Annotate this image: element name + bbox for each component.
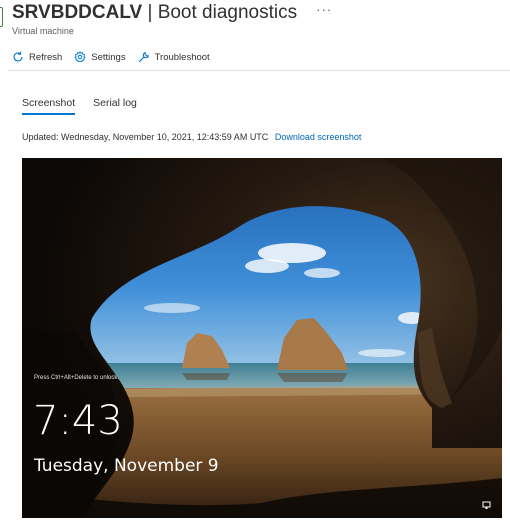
vm-name: SRVBDDCALV [12, 2, 143, 23]
resource-type-subtitle: Virtual machine [12, 26, 74, 36]
vm-resource-icon [0, 7, 3, 27]
settings-button[interactable]: Settings [66, 44, 129, 70]
blade-name: | Boot diagnostics [142, 2, 298, 23]
gear-icon [74, 51, 86, 63]
toolbar-divider [8, 70, 510, 71]
lockscreen-time: 7:43 [33, 398, 123, 444]
wrench-icon [138, 51, 149, 63]
network-icon [482, 501, 491, 509]
download-screenshot-link[interactable]: Download screenshot [275, 132, 362, 142]
refresh-button[interactable]: Refresh [0, 44, 66, 70]
troubleshoot-button[interactable]: Troubleshoot [130, 44, 214, 70]
tab-strip: Screenshot Serial log [22, 97, 155, 115]
settings-label: Settings [91, 51, 126, 63]
boot-screenshot: Press Ctrl+Alt+Delete to unlock. 7:43 Tu… [22, 158, 502, 518]
page-title: SRVBDDCALV | Boot diagnostics [12, 2, 297, 24]
troubleshoot-label: Troubleshoot [154, 51, 210, 63]
tab-screenshot[interactable]: Screenshot [22, 97, 76, 115]
tab-serial-log[interactable]: Serial log [93, 97, 137, 115]
refresh-icon [13, 51, 23, 62]
updated-timestamp: Updated: Wednesday, November 10, 2021, 1… [22, 132, 269, 142]
command-bar: Refresh Settings Troubleshoot [0, 44, 510, 70]
more-options-button[interactable]: ··· [316, 2, 332, 17]
unlock-hint: Press Ctrl+Alt+Delete to unlock. [34, 375, 120, 381]
refresh-label: Refresh [29, 51, 63, 63]
page-header: SRVBDDCALV | Boot diagnostics ··· [12, 1, 332, 25]
updated-line: Updated: Wednesday, November 10, 2021, 1… [22, 132, 361, 142]
lockscreen-date: Tuesday, November 9 [34, 456, 219, 476]
